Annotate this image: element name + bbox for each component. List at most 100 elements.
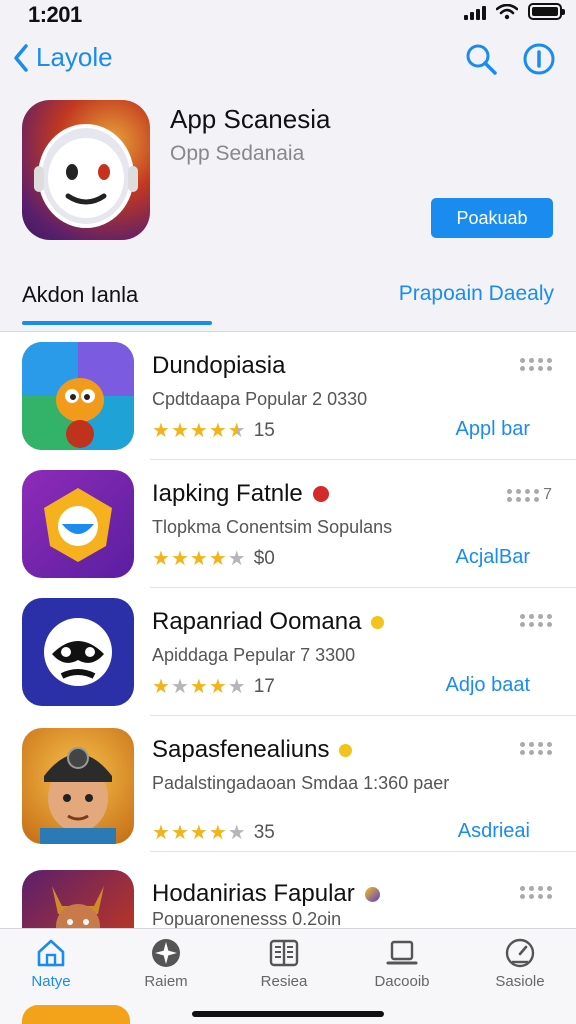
tabbar-label: Natye — [31, 973, 71, 990]
star-icon: ★ — [170, 822, 189, 844]
gold-badge-icon — [339, 743, 353, 757]
app-subtitle: Padalstingadaoan Smdaa 1:360 paer — [152, 773, 450, 793]
more-button[interactable]: 7 — [507, 486, 552, 504]
rating: ★ ★ ★ ★ ★ 17 — [152, 676, 275, 698]
tab-right[interactable]: Prapoain Daealy — [399, 282, 554, 306]
cartoon-character-icon — [22, 342, 134, 450]
app-name-text: Hodanirias Fapular — [152, 880, 355, 907]
more-button[interactable] — [520, 614, 552, 627]
tabbar-item-compass[interactable]: Raiem — [116, 937, 216, 990]
tab-left[interactable]: Akdon Ianla — [22, 282, 138, 308]
row-action-link[interactable]: Appl bar — [456, 418, 531, 441]
star-rating: ★ ★ ★ ★ ★ — [152, 677, 246, 697]
app-name: Rapanriad Oomana — [152, 608, 385, 636]
app-icon — [22, 342, 134, 450]
nav-actions — [464, 42, 556, 76]
chevron-left-icon — [14, 43, 28, 72]
app-name-text: Dundopiasia — [152, 352, 286, 379]
status-bar: 1:201 — [0, 0, 576, 36]
battery-icon — [528, 3, 565, 20]
app-name: Dundopiasia — [152, 352, 285, 380]
back-label: Layole — [36, 42, 113, 72]
more-button[interactable] — [520, 886, 552, 899]
star-rating: ★ ★ ★ ★ ★ — [152, 421, 246, 441]
status-icons — [464, 3, 565, 20]
rating: ★ ★ ★ ★ ★ 15 — [152, 420, 275, 442]
list-item[interactable]: Sapasfenealiuns Padalstingadaoan Smdaa 1… — [0, 716, 576, 852]
rating-count: $0 — [253, 548, 275, 569]
star-empty-icon: ★ — [227, 548, 246, 570]
demon-character-icon — [52, 886, 104, 928]
rating-count: 17 — [253, 676, 275, 697]
app-name-text: Rapanriad Oomana — [152, 608, 362, 635]
star-icon: ★ — [189, 548, 208, 570]
tabbar-item-laptop[interactable]: Dacooib — [352, 937, 452, 990]
star-icon: ★ — [170, 548, 189, 570]
red-badge-icon — [312, 486, 329, 502]
rating-count: 35 — [253, 822, 275, 843]
info-icon[interactable] — [522, 42, 556, 76]
back-button[interactable]: Layole — [12, 42, 113, 73]
app-icon — [22, 870, 134, 928]
more-button[interactable] — [520, 742, 552, 755]
get-button[interactable]: Poakuab — [431, 198, 553, 238]
more-dots-icon — [507, 488, 540, 502]
tabbar-item-book[interactable]: Resiea — [234, 937, 334, 990]
tabbar-label: Sasiole — [495, 973, 545, 990]
tabbar-item-home[interactable]: Natye — [1, 937, 101, 990]
laptop-icon — [386, 940, 418, 965]
app-icon — [22, 728, 134, 844]
star-empty-icon: ★ — [170, 676, 189, 698]
star-icon: ★ — [208, 420, 227, 442]
list-item[interactable]: Rapanriad Oomana Apiddaga Pepular 7 3300… — [0, 588, 576, 716]
chat-bubble-icon — [44, 488, 112, 562]
app-header: App Scanesia Opp Sedanaia Poakuab — [0, 96, 576, 256]
star-empty-icon: ★ — [227, 822, 246, 844]
star-icon: ★ — [170, 420, 189, 442]
app-subtitle: Opp Sedanaia — [170, 142, 305, 165]
list-item[interactable]: Hodanirias Fapular Popuaronenesss 0.2oin — [0, 860, 576, 928]
row-action-link[interactable]: AcjalBar — [456, 546, 530, 569]
tabbar-label: Dacooib — [374, 973, 430, 990]
boy-avatar-icon — [40, 747, 116, 844]
row-action-link[interactable]: Asdrieai — [458, 820, 530, 843]
more-dots-icon — [520, 614, 552, 627]
wifi-icon — [496, 3, 518, 19]
star-icon: ★ — [189, 676, 208, 698]
star-icon: ★ — [208, 676, 227, 698]
star-icon: ★ — [152, 822, 170, 844]
star-rating: ★ ★ ★ ★ ★ — [152, 823, 246, 843]
app-icon — [22, 470, 134, 578]
search-icon[interactable] — [464, 42, 498, 76]
tab-underline — [22, 321, 212, 325]
app-subtitle: Popuaronenesss 0.2oin — [152, 909, 342, 928]
list-item[interactable]: Iapking Fatnle Tlopkma Conentsim Sopulan… — [0, 460, 576, 588]
home-icon — [37, 939, 65, 967]
rating: ★ ★ ★ ★ ★ 35 — [152, 822, 275, 844]
rating: ★ ★ ★ ★ ★ $0 — [152, 548, 275, 570]
compass-icon — [152, 939, 180, 967]
app-title: App Scanesia — [170, 104, 331, 134]
app-name: Iapking Fatnle — [152, 480, 329, 508]
home-indicator[interactable] — [192, 1011, 384, 1017]
list-item[interactable]: Dundopiasia Cpdtdaapa Popular 2 0330 ★ ★ ★… — [0, 332, 576, 460]
star-icon: ★ — [152, 676, 170, 698]
star-empty-icon: ★ — [227, 676, 246, 698]
app-subtitle: Cpdtdaapa Popular 2 0330 — [152, 389, 368, 409]
star-icon: ★ — [152, 420, 170, 442]
app-subtitle: Tlopkma Conentsim Sopulans — [152, 517, 393, 537]
tabbar-label: Raiem — [144, 973, 188, 990]
partial-app-icon — [22, 1005, 130, 1024]
mask-face-icon — [44, 618, 112, 686]
tabbar-item-gauge[interactable]: Sasiole — [470, 937, 570, 990]
more-dots-icon — [520, 886, 552, 899]
robot-face-icon — [34, 124, 138, 228]
more-button[interactable] — [520, 358, 552, 371]
more-dots-icon — [520, 358, 552, 371]
row-action-link[interactable]: Adjo baat — [445, 674, 530, 697]
tabbar-label: Resiea — [260, 973, 308, 990]
star-rating: ★ ★ ★ ★ ★ — [152, 549, 246, 569]
star-icon: ★ — [152, 548, 170, 570]
purple-badge-icon — [364, 886, 380, 902]
app-name-text: Iapking Fatnle — [152, 480, 303, 507]
